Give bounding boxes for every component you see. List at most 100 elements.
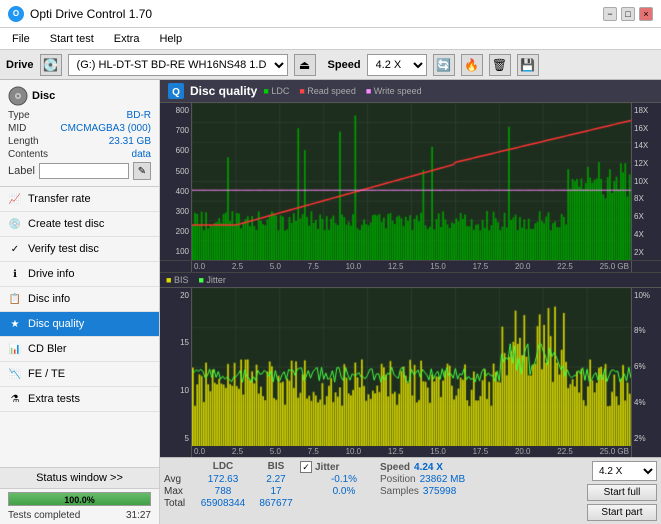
speed-selector[interactable]: 4.2 X [592, 461, 657, 481]
close-button[interactable]: × [639, 7, 653, 21]
upper-chart-area [192, 103, 631, 260]
status-window-button[interactable]: Status window >> [0, 467, 159, 488]
refresh-button[interactable]: 🔄 [433, 54, 455, 76]
start-part-button[interactable]: Start part [587, 504, 657, 521]
disc-info-icon: 📋 [8, 292, 22, 306]
disc-mid-value: CMCMAGBA3 (000) [60, 123, 151, 134]
status-text: Tests completed [8, 510, 80, 521]
jitter-legend-dot: ■ [198, 275, 203, 285]
x-axis-lower: 0.0 2.5 5.0 7.5 10.0 12.5 15.0 17.5 20.0… [160, 446, 661, 457]
jitter-check: ✓ Jitter [300, 461, 380, 473]
sidebar-item-extra-tests[interactable]: ⚗ Extra tests [0, 387, 159, 412]
drive-label: Drive [6, 59, 34, 71]
stats-max-row: Max 788 17 0.0% Samples 375998 [164, 486, 583, 497]
max-jitter: 0.0% [300, 486, 380, 497]
max-label: Max [164, 486, 194, 497]
start-full-button[interactable]: Start full [587, 484, 657, 501]
progress-bar: 100.0% [8, 492, 151, 506]
disc-contents-label: Contents [8, 149, 48, 160]
drive-bar: Drive 💽 (G:) HL-DT-ST BD-RE WH16NS48 1.D… [0, 50, 661, 80]
stats-total-row: Total 65908344 867677 [164, 498, 583, 509]
sidebar-item-disc-info[interactable]: 📋 Disc info [0, 287, 159, 312]
disc-label-btn[interactable]: ✎ [133, 162, 151, 180]
drive-select[interactable]: (G:) HL-DT-ST BD-RE WH16NS48 1.D3 [68, 54, 288, 76]
sidebar-item-cd-bler[interactable]: 📊 CD Bler [0, 337, 159, 362]
sidebar-item-fe-te[interactable]: 📉 FE / TE [0, 362, 159, 387]
transfer-rate-icon: 📈 [8, 192, 22, 206]
title-left: O Opti Drive Control 1.70 [8, 6, 152, 22]
progress-text: 100.0% [9, 493, 150, 507]
eject-button[interactable]: ⏏ [294, 54, 316, 76]
sidebar-item-create-test-disc[interactable]: 💿 Create test disc [0, 212, 159, 237]
dq-title: Disc quality [190, 84, 257, 98]
disc-label-row: Label ✎ [8, 162, 151, 180]
avg-bis: 2.27 [252, 474, 300, 485]
fe-te-icon: 📉 [8, 367, 22, 381]
sidebar-item-drive-info-label: Drive info [28, 268, 74, 280]
extra-tests-icon: ⚗ [8, 392, 22, 406]
disc-label-input[interactable] [39, 163, 129, 179]
avg-ldc: 172.63 [194, 474, 252, 485]
save-button[interactable]: 💾 [517, 54, 539, 76]
disc-quality-panel: Q Disc quality ■ LDC ■ Read speed ■ Writ… [160, 80, 661, 524]
read-speed-legend-dot: ■ [299, 86, 304, 96]
sidebar-item-verify-test-disc[interactable]: ✓ Verify test disc [0, 237, 159, 262]
disc-panel: Disc Type BD-R MID CMCMAGBA3 (000) Lengt… [0, 80, 159, 187]
disc-mid-label: MID [8, 123, 26, 134]
total-ldc: 65908344 [194, 498, 252, 509]
disc-type-row: Type BD-R [8, 110, 151, 121]
sidebar-item-disc-quality[interactable]: ★ Disc quality [0, 312, 159, 337]
sidebar-item-drive-info[interactable]: ℹ Drive info [0, 262, 159, 287]
ldc-legend: ■ LDC [263, 86, 289, 96]
disc-header: Disc [8, 86, 151, 106]
menu-help[interactable]: Help [155, 32, 186, 46]
sidebar-item-create-test-disc-label: Create test disc [28, 218, 104, 230]
status-window-label: Status window >> [36, 472, 123, 484]
nav-items: 📈 Transfer rate 💿 Create test disc ✓ Ver… [0, 187, 159, 467]
upper-y-right-axis: 18X 16X 14X 12X 10X 8X 6X 4X 2X [631, 103, 661, 260]
position-group: Position 23862 MB [380, 474, 470, 485]
menu-extra[interactable]: Extra [110, 32, 144, 46]
sidebar-item-verify-test-disc-label: Verify test disc [28, 243, 99, 255]
speed-label: Speed [328, 59, 361, 71]
avg-jitter: -0.1% [300, 474, 380, 485]
sidebar-item-disc-quality-label: Disc quality [28, 318, 84, 330]
disc-type-label: Type [8, 110, 30, 121]
samples-label: Samples [380, 486, 419, 497]
verify-test-disc-icon: ✓ [8, 242, 22, 256]
bis-header: BIS [252, 461, 300, 473]
total-label: Total [164, 498, 194, 509]
jitter-legend: ■ Jitter [198, 275, 225, 285]
minimize-button[interactable]: − [603, 7, 617, 21]
progress-area: 100.0% Tests completed 31:27 [0, 488, 159, 524]
dq-header: Q Disc quality ■ LDC ■ Read speed ■ Writ… [160, 80, 661, 103]
burn-button[interactable]: 🔥 [461, 54, 483, 76]
speed-select[interactable]: 4.2 X [367, 54, 427, 76]
lower-chart-area [192, 288, 631, 447]
disc-mid-row: MID CMCMAGBA3 (000) [8, 123, 151, 134]
samples-group: Samples 375998 [380, 486, 470, 497]
menu-start-test[interactable]: Start test [46, 32, 98, 46]
drive-info-icon: ℹ [8, 267, 22, 281]
maximize-button[interactable]: □ [621, 7, 635, 21]
stats-header-row: LDC BIS ✓ Jitter Speed 4.24 X [164, 461, 583, 473]
create-test-disc-icon: 💿 [8, 217, 22, 231]
svg-text:Q: Q [172, 87, 180, 98]
cd-bler-icon: 📊 [8, 342, 22, 356]
total-bis: 867677 [252, 498, 300, 509]
title-bar: O Opti Drive Control 1.70 − □ × [0, 0, 661, 28]
upper-y-left-axis: 800 700 600 500 400 300 200 100 [160, 103, 192, 260]
write-speed-legend-dot: ■ [366, 86, 371, 96]
disc-type-value: BD-R [127, 110, 151, 121]
max-ldc: 788 [194, 486, 252, 497]
speed-header-group: Speed 4.24 X [380, 461, 470, 473]
bis-legend-dot: ■ [166, 275, 171, 285]
erase-button[interactable]: 🗑 [489, 54, 511, 76]
drive-icon: 💽 [40, 54, 62, 76]
sidebar-item-transfer-rate[interactable]: 📈 Transfer rate [0, 187, 159, 212]
menu-file[interactable]: File [8, 32, 34, 46]
disc-quality-icon: ★ [8, 317, 22, 331]
disc-contents-value: data [132, 149, 151, 160]
progress-time: 31:27 [126, 510, 151, 521]
jitter-checkbox[interactable]: ✓ [300, 461, 312, 473]
